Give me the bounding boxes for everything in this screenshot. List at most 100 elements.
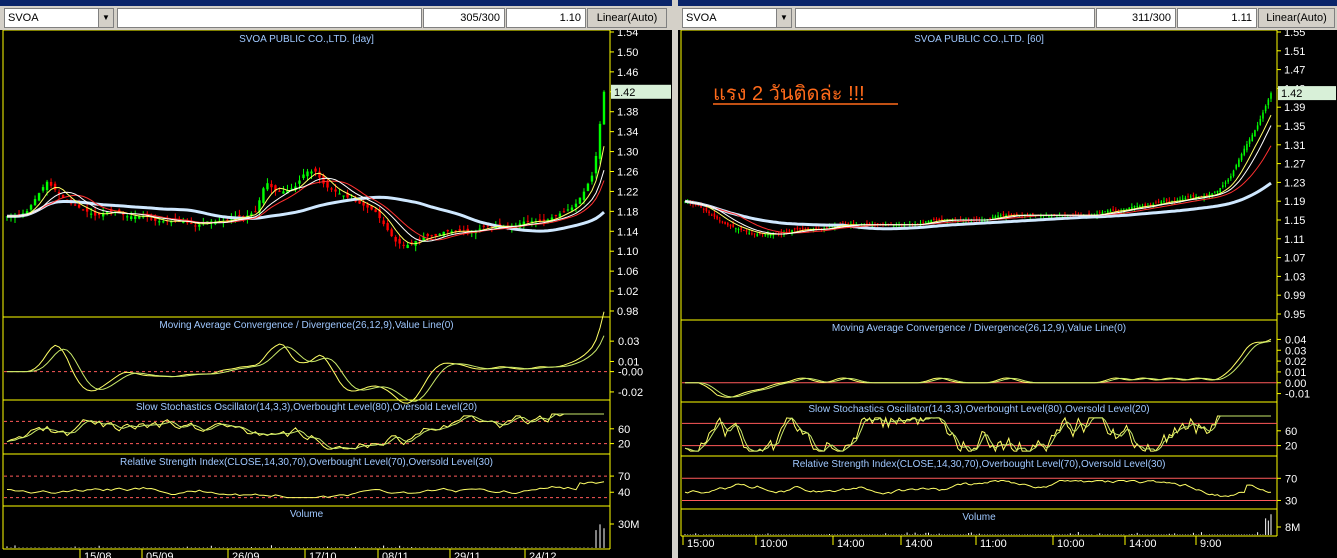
candle-body — [756, 234, 759, 236]
price-tick-label: 1.50 — [617, 47, 638, 59]
candle-body — [1155, 202, 1157, 204]
bars-count: 311/300 — [1096, 8, 1176, 28]
price-tick-label: 1.19 — [1284, 196, 1305, 208]
candle-body — [602, 91, 606, 125]
toolbar-spacer — [795, 8, 1095, 28]
candle-body — [29, 205, 33, 210]
candle-body — [1133, 205, 1136, 208]
chevron-down-icon[interactable]: ▼ — [98, 9, 113, 27]
candle-body — [1168, 200, 1171, 202]
candle-body — [1254, 130, 1256, 137]
candle-body — [73, 204, 77, 206]
candle-body — [1243, 148, 1246, 155]
candle-body — [925, 221, 927, 223]
symbol-selector[interactable]: SVOA ▼ — [682, 8, 792, 28]
rsi-series-line — [684, 479, 1272, 498]
date-tick-label: 05/09 — [146, 551, 174, 558]
candle-body — [1184, 197, 1187, 199]
candle-body — [37, 193, 41, 201]
price-tick-label: 1.07 — [1284, 253, 1305, 265]
candle-body — [402, 244, 405, 246]
candle-body — [1109, 210, 1112, 212]
candle-body — [138, 216, 141, 219]
price-tick-label: 0.98 — [617, 306, 638, 318]
candle-body — [89, 213, 93, 215]
candle-body — [158, 221, 161, 223]
candle-body — [1010, 214, 1013, 216]
price-tick-label: 1.11 — [1284, 234, 1305, 246]
candle-body — [134, 216, 137, 219]
rsi-pane-title: Relative Strength Index(CLOSE,14,30,70),… — [120, 457, 493, 468]
long-moving-average-line — [684, 181, 1272, 231]
candle-body — [727, 222, 729, 226]
toolbar-spacer — [117, 8, 422, 28]
last-value: 1.10 — [506, 8, 586, 28]
candle-body — [1007, 214, 1010, 216]
candle-body — [582, 191, 586, 200]
candle-body — [737, 229, 740, 231]
candle-body — [1219, 188, 1221, 193]
price-tick-label: 0.99 — [1284, 290, 1305, 302]
price-tick-label: 1.47 — [1284, 65, 1305, 77]
candle-body — [1256, 125, 1259, 130]
candle-body — [1157, 201, 1160, 203]
date-tick-label: 11:00 — [980, 538, 1007, 550]
candle-body — [935, 219, 938, 221]
macd-tick-label: -0.02 — [618, 387, 643, 399]
macd-series-line — [685, 338, 1272, 398]
candle-body — [45, 181, 49, 190]
price-tick-label: 1.38 — [617, 107, 638, 119]
symbol-selector[interactable]: SVOA ▼ — [4, 8, 114, 28]
candle-body — [997, 215, 999, 218]
candle-body — [482, 225, 486, 227]
chevron-down-icon[interactable]: ▼ — [776, 9, 791, 27]
chart-toolbar: SVOA ▼ 311/300 1.11 Linear(Auto) — [678, 0, 1337, 30]
candle-body — [793, 228, 796, 230]
rsi-tick-label: 70 — [1285, 473, 1297, 485]
signal-average-line — [7, 170, 605, 242]
candle-body — [238, 215, 241, 217]
price-tick-label: 1.03 — [1284, 271, 1305, 283]
chart-toolbar: SVOA ▼ 305/300 1.10 Linear(Auto) — [0, 0, 672, 30]
candle-body — [33, 199, 37, 206]
candle-body — [330, 188, 333, 190]
candle-body — [1098, 212, 1101, 214]
price-chart-title: SVOA PUBLIC CO.,LTD. [day] — [239, 34, 374, 45]
macd-pane-title: Moving Average Convergence / Divergence(… — [159, 320, 453, 331]
stochastic-pane-title: Slow Stochastics Oscillator(14,3,3),Over… — [136, 402, 477, 413]
candle-body — [398, 238, 401, 244]
hourly-chart-canvas: SVOA PUBLIC CO.,LTD. [60] Moving Average … — [678, 30, 1337, 558]
candle-body — [374, 209, 377, 213]
candle-body — [732, 224, 734, 228]
candle-body — [53, 183, 57, 190]
candle-body — [314, 168, 317, 172]
price-tick-label: 1.51 — [1284, 46, 1305, 58]
candle-body — [748, 232, 751, 234]
candle-body — [1267, 99, 1270, 106]
macd-tick-label: -0.01 — [1285, 389, 1310, 401]
candle-body — [438, 233, 441, 235]
candle-body — [713, 213, 716, 217]
price-tick-label: 1.15 — [1284, 215, 1305, 227]
candle-body — [590, 175, 594, 182]
date-tick-label: 10:00 — [1057, 538, 1085, 550]
date-tick-label: 26/09 — [232, 551, 260, 558]
candle-body — [1106, 210, 1109, 213]
candle-body — [938, 218, 941, 220]
candle-body — [190, 223, 193, 225]
candle-body — [298, 180, 301, 184]
candle-body — [338, 193, 341, 195]
candle-body — [724, 221, 726, 225]
candle-body — [478, 228, 481, 230]
candle-body — [1262, 112, 1264, 119]
scale-mode-button[interactable]: Linear(Auto) — [1258, 8, 1335, 28]
candle-body — [342, 195, 345, 197]
candle-body — [740, 227, 742, 230]
candle-body — [262, 188, 265, 203]
candle-body — [743, 229, 745, 231]
scale-mode-button[interactable]: Linear(Auto) — [587, 8, 667, 28]
candle-body — [446, 230, 449, 232]
candle-body — [716, 216, 718, 219]
current-price-tag: 1.42 — [614, 87, 635, 99]
candle-body — [77, 204, 81, 208]
